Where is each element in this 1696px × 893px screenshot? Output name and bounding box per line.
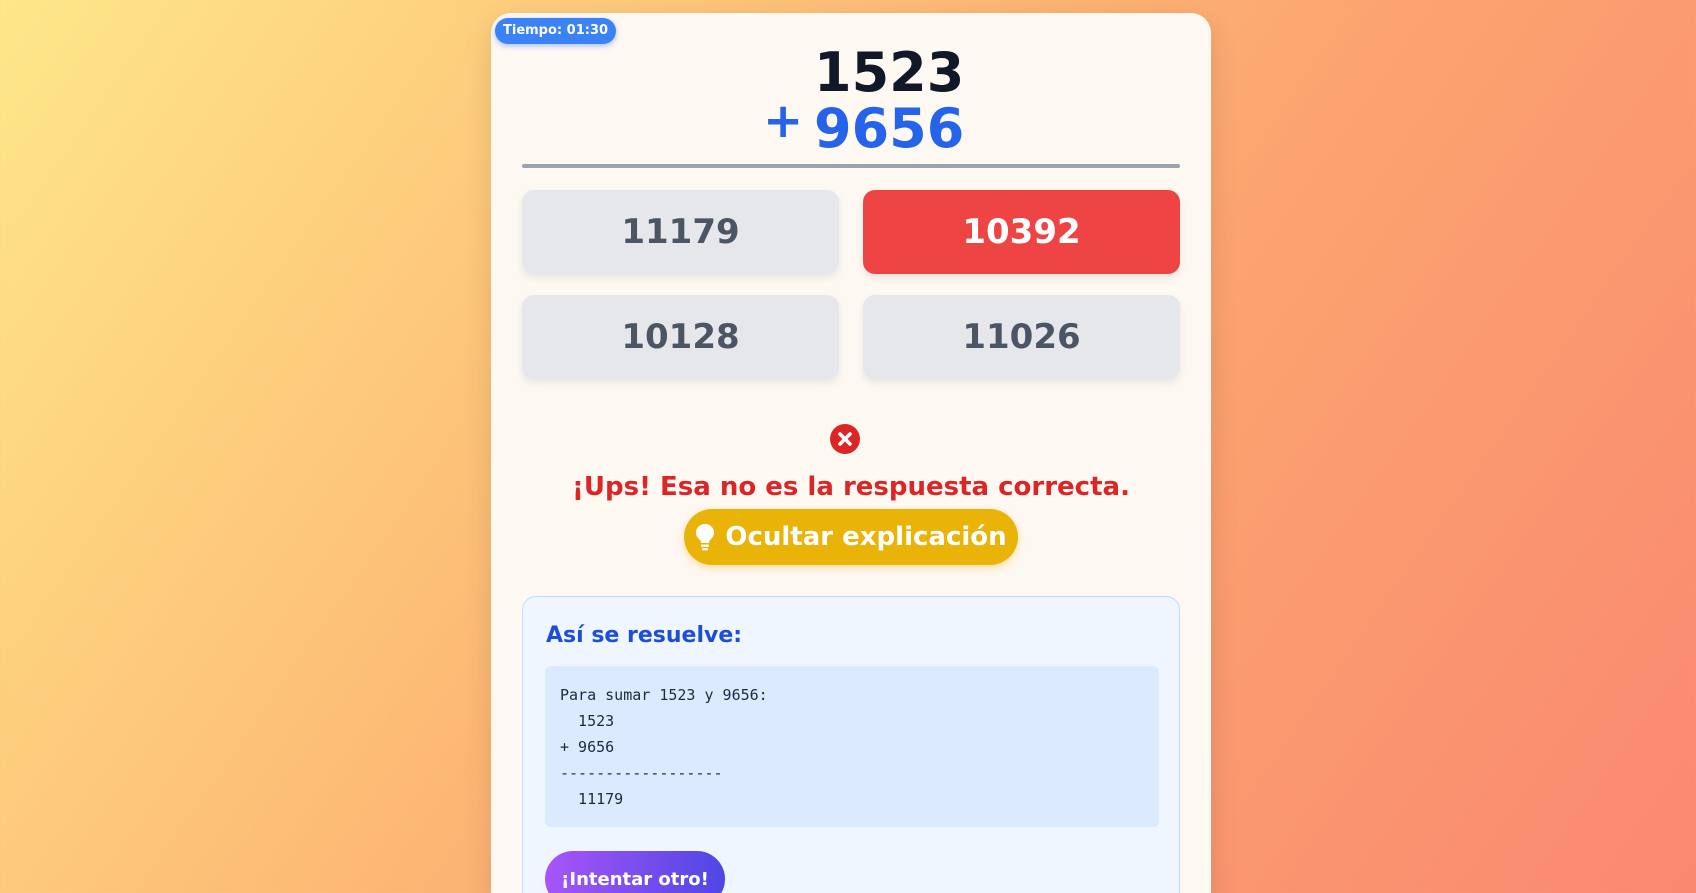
- code-line: 1523: [560, 712, 615, 730]
- feedback-message: ¡Ups! Esa no es la respuesta correcta.: [572, 472, 1130, 502]
- code-line: 11179: [560, 790, 624, 808]
- explanation-code-block: Para sumar 1523 y 9656: 1523 + 9656 ------…: [545, 666, 1159, 827]
- answer-option-2-wrong[interactable]: 10392: [863, 190, 1180, 274]
- operand-top: 1523: [814, 41, 965, 104]
- answer-option-1[interactable]: 11179: [522, 190, 839, 274]
- quiz-card: Tiempo: 01:30 1523 + 9656 11179 10392 10…: [491, 13, 1211, 893]
- answer-option-4[interactable]: 11026: [863, 295, 1180, 379]
- try-another-button[interactable]: ¡Intentar otro!: [545, 851, 725, 893]
- code-line: Para sumar 1523 y 9656:: [560, 686, 768, 704]
- addition-problem: 1523 + 9656: [491, 43, 1211, 163]
- code-line: ------------------: [560, 764, 723, 782]
- hide-explanation-button[interactable]: Ocultar explicación: [684, 509, 1018, 565]
- operand-bottom: 9656: [814, 97, 965, 160]
- code-line: + 9656: [560, 738, 615, 756]
- hide-explanation-label: Ocultar explicación: [725, 522, 1007, 552]
- answer-option-3[interactable]: 10128: [522, 295, 839, 379]
- lightbulb-icon: [696, 524, 715, 551]
- plus-operator: +: [763, 93, 804, 149]
- explanation-title: Así se resuelve:: [546, 623, 743, 648]
- timer-badge: Tiempo: 01:30: [495, 18, 617, 44]
- x-circle-icon: [830, 424, 860, 454]
- explanation-panel: Así se resuelve: Para sumar 1523 y 9656:…: [522, 596, 1180, 893]
- sum-divider-line: [522, 164, 1180, 168]
